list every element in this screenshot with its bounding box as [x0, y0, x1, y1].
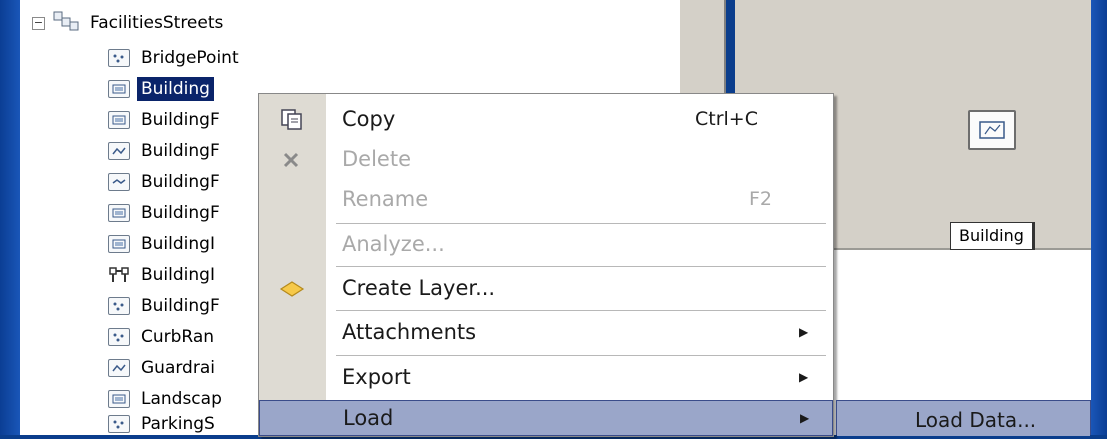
tree-item-label[interactable]: Building: [137, 77, 214, 101]
window-frame-right: [1091, 0, 1107, 435]
line-feature-class-icon: [108, 359, 130, 377]
tree-item-label[interactable]: BuildingF: [137, 139, 224, 163]
tree-item[interactable]: CurbRan: [108, 324, 218, 350]
line-feature-class-icon: [108, 142, 130, 160]
tree-item[interactable]: BuildingI: [108, 231, 219, 257]
menu-item-label: Analyze...: [342, 232, 445, 256]
tree-item-label[interactable]: BuildingF: [137, 294, 224, 318]
line-feature-class-icon: [108, 173, 130, 191]
tree-item[interactable]: Guardrai: [108, 355, 219, 381]
menu-item-label: Attachments: [342, 320, 477, 344]
menu-item-label: Delete: [342, 147, 411, 171]
point-feature-class-icon: [108, 328, 130, 346]
tree-item[interactable]: Landscap: [108, 386, 226, 412]
collapse-icon[interactable]: −: [32, 16, 45, 30]
menu-item-create-layer[interactable]: Create Layer...: [259, 269, 833, 307]
copy-icon: [279, 108, 305, 130]
tree-item[interactable]: BuildingF: [108, 293, 224, 319]
menu-item-label: Export: [342, 365, 411, 389]
submenu-arrow-icon: ▶: [800, 411, 810, 425]
window-frame-left: [0, 0, 20, 435]
tree-item-label[interactable]: BridgePoint: [137, 46, 243, 70]
submenu-item-load-data[interactable]: Load Data...: [837, 401, 1090, 436]
tree-item-label[interactable]: BuildingF: [137, 201, 224, 225]
polygon-feature-class-icon: [108, 111, 130, 129]
menu-item-label: Create Layer...: [342, 276, 496, 300]
tree-item-label[interactable]: Landscap: [137, 387, 226, 411]
relationship-class-icon: [108, 266, 130, 284]
polygon-feature-class-icon: [108, 204, 130, 222]
tree-item[interactable]: BuildingI: [108, 262, 219, 288]
submenu-arrow-icon: ▶: [799, 325, 809, 339]
context-menu: Copy Ctrl+C Delete Rename F2 Analyze... …: [258, 93, 834, 437]
polygon-feature-class-icon: [108, 80, 130, 98]
menu-item-shortcut: F2: [749, 188, 773, 210]
preview-item-label[interactable]: Building: [950, 222, 1035, 250]
menu-separator: [336, 310, 826, 311]
menu-item-attachments[interactable]: Attachments ▶: [259, 313, 833, 351]
tree-item[interactable]: BridgePoint: [108, 45, 243, 71]
menu-separator: [336, 223, 826, 224]
menu-item-rename[interactable]: Rename F2: [259, 180, 833, 218]
menu-item-export[interactable]: Export ▶: [259, 358, 833, 396]
load-submenu: Load Data...: [836, 400, 1091, 436]
tree-item-label[interactable]: BuildingF: [137, 170, 224, 194]
menu-item-shortcut: Ctrl+C: [695, 108, 758, 130]
menu-separator: [336, 355, 826, 356]
polygon-feature-class-icon[interactable]: [968, 110, 1016, 150]
tree-item[interactable]: BuildingF: [108, 200, 224, 226]
tree-item-label[interactable]: BuildingI: [137, 232, 219, 256]
tree-group-row[interactable]: − FacilitiesStreets: [32, 10, 227, 36]
menu-item-delete[interactable]: Delete: [259, 140, 833, 178]
tree-item-selected[interactable]: Building: [108, 76, 214, 102]
tree-item-label[interactable]: ParkingS: [137, 412, 219, 436]
tree-item-label[interactable]: CurbRan: [137, 325, 218, 349]
submenu-item-label: Load Data...: [915, 408, 1037, 432]
delete-icon: [279, 148, 305, 170]
menu-item-label: Load: [343, 406, 394, 430]
menu-item-label: Rename: [342, 187, 429, 211]
menu-item-load[interactable]: Load ▶: [259, 400, 833, 436]
tree-item-label[interactable]: Guardrai: [137, 356, 219, 380]
tree-item[interactable]: BuildingF: [108, 107, 224, 133]
tree-group-label[interactable]: FacilitiesStreets: [86, 11, 227, 35]
point-feature-class-icon: [108, 49, 130, 67]
feature-dataset-icon: [53, 11, 81, 36]
tree-item-label[interactable]: BuildingF: [137, 108, 224, 132]
menu-separator: [336, 266, 826, 267]
submenu-arrow-icon: ▶: [799, 370, 809, 384]
polygon-feature-class-icon: [108, 390, 130, 408]
tree-item[interactable]: BuildingF: [108, 169, 224, 195]
menu-item-label: Copy: [342, 107, 396, 131]
tree-item[interactable]: BuildingF: [108, 138, 224, 164]
menu-item-copy[interactable]: Copy Ctrl+C: [259, 100, 833, 138]
tree-item-label[interactable]: BuildingI: [137, 263, 219, 287]
polygon-feature-class-icon: [108, 235, 130, 253]
create-layer-icon: [279, 277, 305, 299]
point-feature-class-icon: [108, 415, 130, 433]
tree-item[interactable]: ParkingS: [108, 411, 219, 437]
point-feature-class-icon: [108, 297, 130, 315]
menu-item-analyze[interactable]: Analyze...: [259, 225, 833, 263]
